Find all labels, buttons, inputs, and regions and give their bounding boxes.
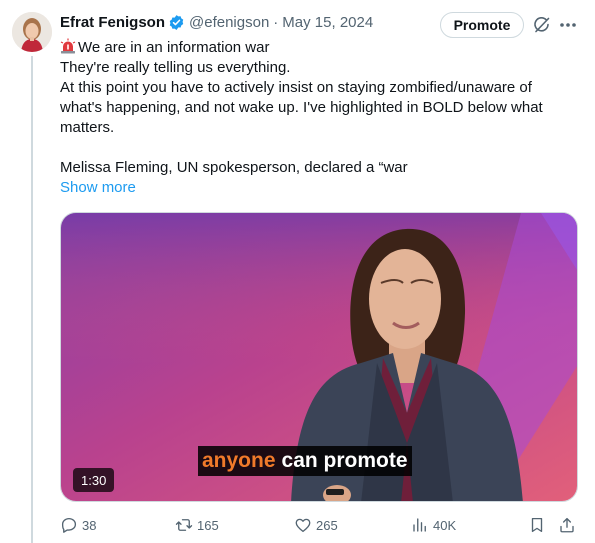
author-handle[interactable]: @efenigson (189, 14, 269, 31)
tweet-date[interactable]: May 15, 2024 (282, 14, 373, 31)
siren-emoji-icon (60, 38, 76, 54)
avatar[interactable] (12, 12, 52, 52)
action-bar: 38 165 265 40K (60, 514, 585, 536)
tweet-line-3: At this point you have to actively insis… (60, 79, 532, 96)
bookmark-icon (531, 517, 543, 533)
tweet-line-5: matters. (60, 119, 115, 136)
grok-icon[interactable] (532, 15, 552, 35)
video-caption: anyone can promote (198, 446, 412, 476)
thread-line (31, 56, 33, 543)
like-button[interactable]: 265 (294, 514, 338, 536)
views-button[interactable]: 40K (411, 514, 456, 536)
views-icon (413, 518, 426, 532)
repost-icon (175, 519, 193, 531)
views-count: 40K (433, 517, 457, 533)
verified-badge-icon (168, 14, 185, 31)
repost-count: 165 (197, 517, 219, 533)
tweet-line-4: what's happening, and not wake up. I've … (60, 99, 543, 116)
tweet-line-2: They're really telling us everything. (60, 59, 291, 76)
video-player[interactable]: anyone can promote 1:30 (60, 212, 578, 502)
separator-dot: · (273, 13, 279, 31)
promote-button[interactable]: Promote (440, 12, 524, 38)
share-button[interactable] (558, 514, 580, 536)
bookmark-button[interactable] (528, 514, 550, 536)
more-icon[interactable] (557, 15, 579, 35)
tweet-line-6: Melissa Fleming, UN spokesperson, declar… (60, 159, 408, 176)
like-count: 265 (316, 517, 338, 533)
show-more-link[interactable]: Show more (60, 178, 136, 198)
repost-button[interactable]: 165 (175, 514, 219, 536)
reply-icon (61, 517, 77, 533)
tweet-line-1: We are in an information war (60, 38, 580, 58)
author-name[interactable]: Efrat Fenigson (60, 14, 165, 31)
tweet-header: Efrat Fenigson @efenigson · May 15, 2024 (60, 11, 373, 33)
reply-button[interactable]: 38 (60, 514, 96, 536)
caption-highlight: anyone (202, 449, 276, 472)
reply-count: 38 (82, 517, 97, 533)
video-duration-badge: 1:30 (73, 468, 115, 492)
like-icon (295, 518, 311, 533)
tweet-text: We are in an information war They're rea… (60, 38, 580, 178)
caption-text: can promote (281, 449, 408, 472)
share-icon (560, 517, 574, 533)
